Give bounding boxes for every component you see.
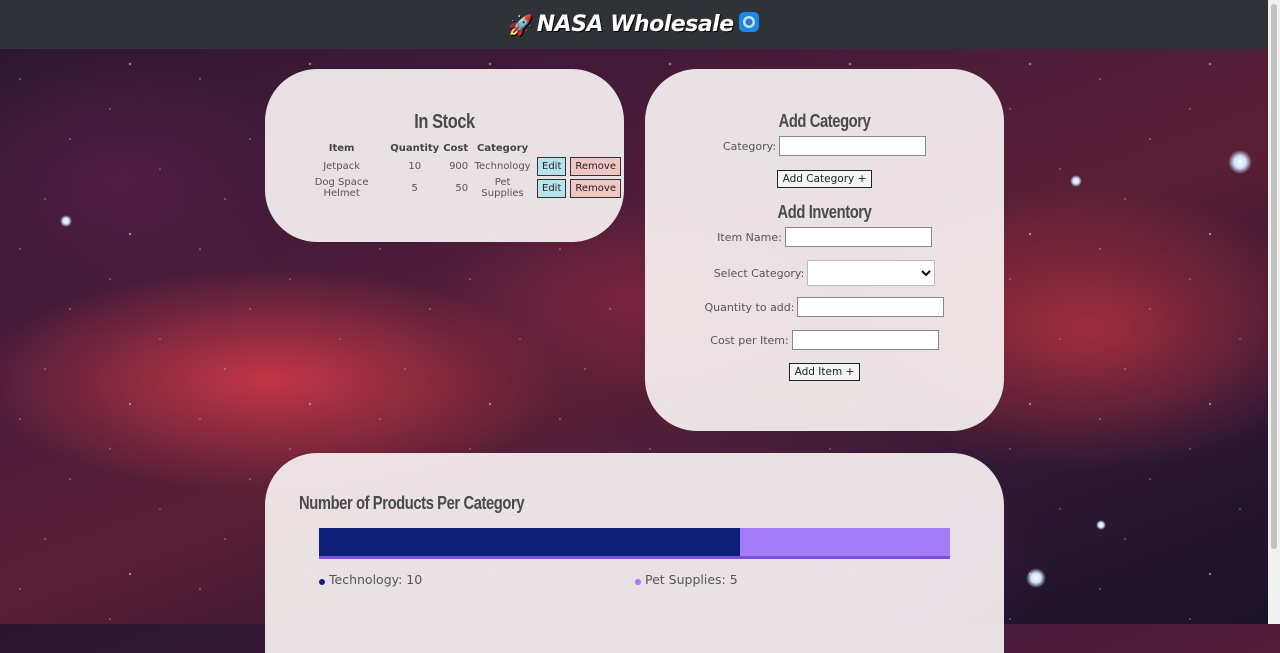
add-category-button[interactable]: Add Category + bbox=[776, 170, 873, 188]
quantity-input[interactable] bbox=[797, 297, 945, 317]
star-glow bbox=[60, 215, 72, 227]
forms-column: Add Category Category: Add Category + Ad… bbox=[645, 111, 1004, 381]
table-row: Jetpack 10 900 Technology Edit Remove bbox=[296, 156, 622, 176]
category-row: Category: bbox=[645, 136, 1004, 156]
item-name-row: Item Name: bbox=[645, 227, 1004, 247]
bar-segment-technology[interactable] bbox=[319, 528, 740, 556]
remove-button[interactable]: Remove bbox=[570, 156, 621, 176]
edit-button[interactable]: Edit bbox=[537, 178, 567, 198]
chart-panel: Number of Products Per Category Technolo… bbox=[265, 453, 1004, 653]
category-input[interactable] bbox=[779, 136, 927, 156]
column-header-cost: Cost bbox=[443, 142, 469, 154]
cost-label: Cost per Item: bbox=[710, 333, 789, 347]
page-scrollbar[interactable] bbox=[1268, 0, 1280, 624]
item-category: Pet Supplies bbox=[481, 177, 524, 199]
stacked-bar bbox=[319, 528, 950, 559]
brand[interactable]: 🚀 NASA Wholesale bbox=[508, 11, 759, 38]
item-name-input[interactable] bbox=[784, 227, 932, 247]
item-name: Jetpack bbox=[323, 160, 360, 172]
quantity-row: Quantity to add: bbox=[645, 297, 1004, 317]
table-row: Dog Space Helmet 5 50 Pet Supplies Edit … bbox=[296, 177, 622, 199]
table-header-row: Item Quantity Cost Category bbox=[296, 141, 622, 155]
planet-icon bbox=[738, 11, 760, 38]
scrollbar-thumb[interactable] bbox=[1271, 4, 1277, 549]
star-glow bbox=[1228, 150, 1252, 174]
add-category-title: Add Category bbox=[778, 111, 871, 131]
quantity-label: Quantity to add: bbox=[704, 300, 795, 314]
item-quantity: 10 bbox=[408, 160, 422, 172]
app-title: NASA Wholesale bbox=[536, 12, 734, 37]
remove-button[interactable]: Remove bbox=[570, 178, 621, 198]
bar-segment-pet-supplies[interactable] bbox=[739, 528, 950, 556]
select-category-label: Select Category: bbox=[713, 266, 805, 280]
rocket-icon: 🚀 bbox=[508, 12, 533, 37]
category-select[interactable] bbox=[807, 260, 936, 286]
chart-title: Number of Products Per Category bbox=[299, 493, 525, 513]
legend-label: Technology: 10 bbox=[329, 572, 423, 587]
cost-input[interactable] bbox=[791, 330, 939, 350]
legend-item-pet-supplies: Pet Supplies: 5 bbox=[635, 572, 738, 587]
column-header-item: Item bbox=[328, 142, 355, 154]
column-header-quantity: Quantity bbox=[390, 142, 440, 154]
item-cost: 900 bbox=[449, 160, 469, 172]
select-category-row: Select Category: bbox=[645, 260, 1004, 286]
add-item-button[interactable]: Add Item + bbox=[788, 363, 861, 381]
in-stock-title: In Stock bbox=[414, 111, 475, 133]
item-quantity: 5 bbox=[411, 182, 418, 194]
item-category: Technology bbox=[474, 160, 531, 172]
edit-button[interactable]: Edit bbox=[537, 156, 567, 176]
column-header-category: Category bbox=[477, 142, 529, 154]
item-name: Dog Space Helmet bbox=[314, 177, 369, 199]
legend-label: Pet Supplies: 5 bbox=[645, 572, 738, 587]
star-glow bbox=[1096, 520, 1106, 530]
legend-dot bbox=[635, 578, 641, 585]
legend-dot bbox=[319, 578, 325, 585]
item-name-label: Item Name: bbox=[717, 230, 782, 244]
category-label: Category: bbox=[722, 139, 777, 153]
legend-item-technology: Technology: 10 bbox=[319, 572, 422, 587]
forms-panel: Add Category Category: Add Category + Ad… bbox=[645, 69, 1004, 431]
in-stock-panel: In Stock Item Quantity Cost Category Jet… bbox=[265, 69, 624, 242]
stock-table: Item Quantity Cost Category Jetpack 10 9… bbox=[294, 140, 624, 200]
add-inventory-title: Add Inventory bbox=[777, 202, 872, 222]
item-cost: 50 bbox=[455, 182, 469, 194]
cost-row: Cost per Item: bbox=[645, 330, 1004, 350]
star-glow bbox=[1026, 568, 1046, 588]
star-glow bbox=[1070, 175, 1082, 187]
top-navbar: 🚀 NASA Wholesale bbox=[0, 0, 1268, 49]
